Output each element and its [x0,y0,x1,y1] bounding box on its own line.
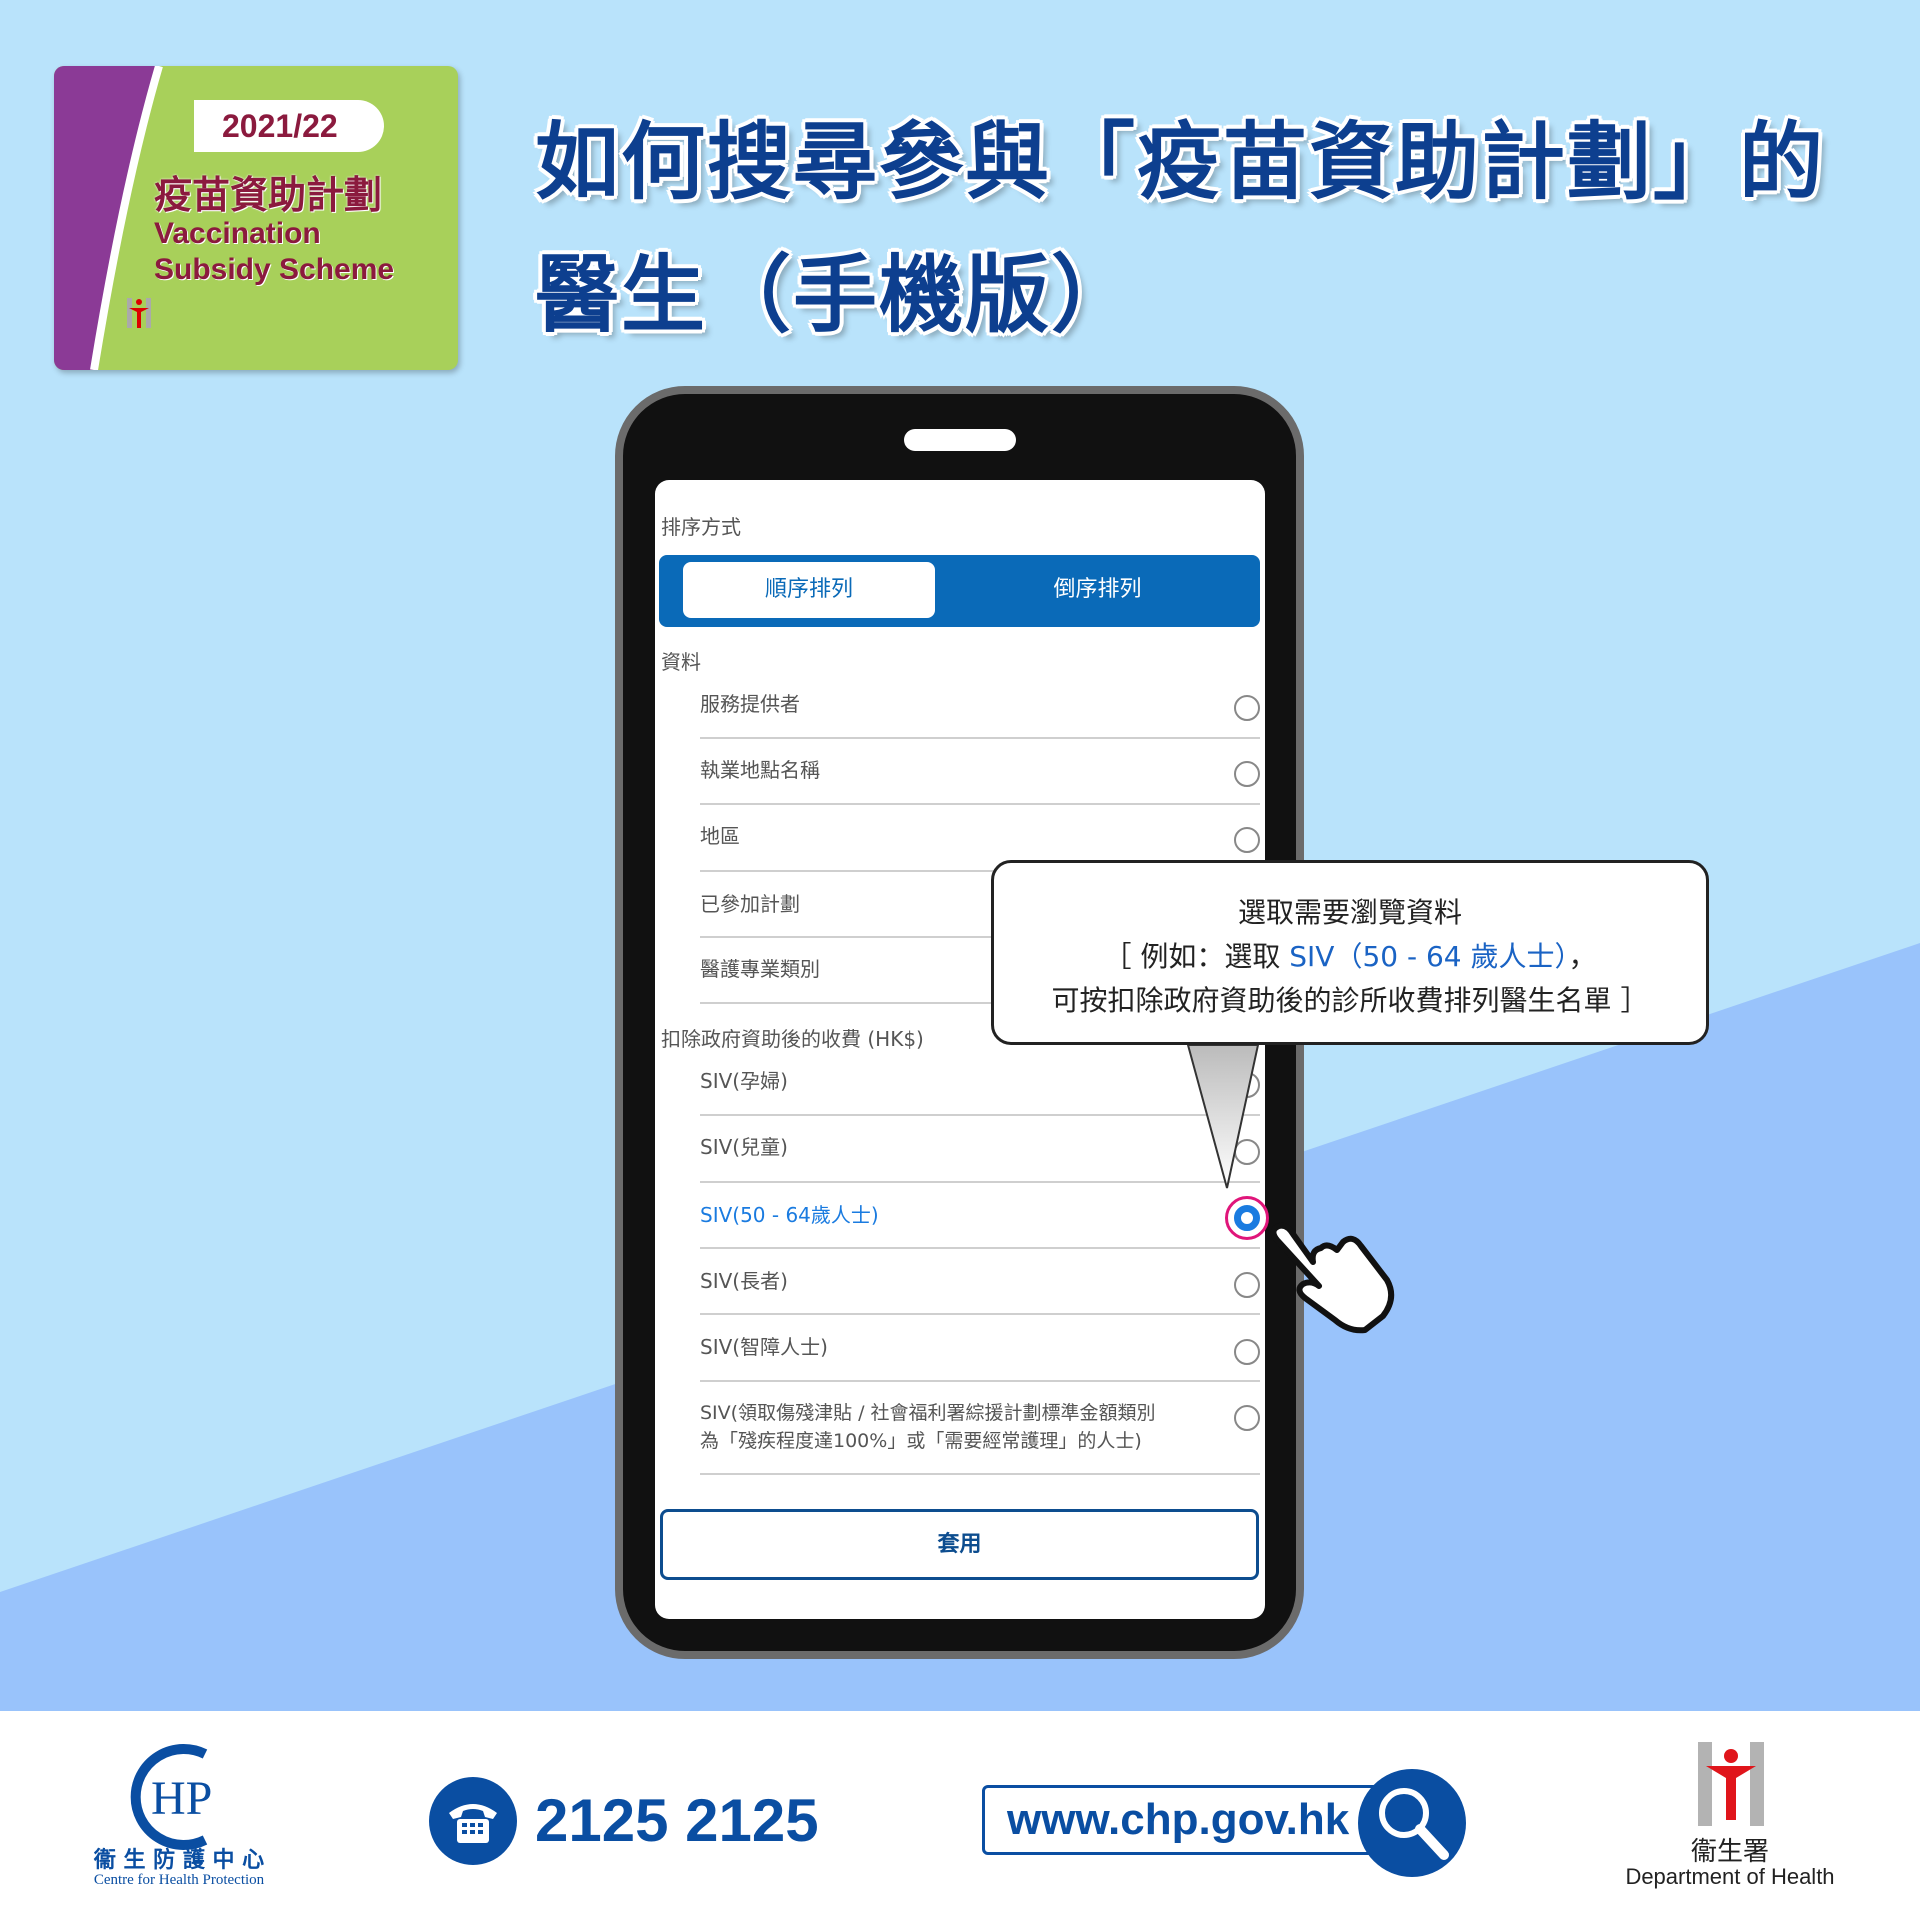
divider [700,1473,1260,1475]
doh-name-zh: 衞生署 [1690,1837,1769,1867]
info-label: 資料 [661,650,701,674]
chp-logo: HP [130,1744,212,1850]
info-item-provider[interactable]: 服務提供者 [700,690,800,718]
divider [700,737,1260,739]
sort-ascending-button[interactable]: 順序排列 [683,562,935,618]
fee-item-disability-allowance[interactable]: SIV(領取傷殘津貼 / 社會福利署綜援計劃標準金額類別 為「殘疾程度達100%」… [700,1399,1156,1455]
fee-item-elderly[interactable]: SIV(長者) [700,1267,788,1295]
doh-mini-logo [127,298,151,328]
badge-title-en: Vaccination Subsidy Scheme [154,216,394,288]
callout-line2: ［ 例如：選取 SIV（50 - 64 歲人士）， [994,935,1706,979]
instruction-callout: 選取需要瀏覽資料 ［ 例如：選取 SIV（50 - 64 歲人士）， 可按扣除政… [991,860,1709,1045]
fee-item-pregnant[interactable]: SIV(孕婦) [700,1067,788,1095]
svg-text:HP: HP [151,1772,212,1825]
callout-line1: 選取需要瀏覽資料 [1237,896,1462,929]
info-item-enrolled-scheme[interactable]: 已參加計劃 [700,890,800,918]
scheme-badge: 2021/22 疫苗資助計劃 Vaccination Subsidy Scheme [54,66,458,370]
divider [700,1181,1260,1183]
search-icon [1358,1769,1466,1877]
callout-pointer [1186,1044,1260,1189]
badge-en-line1: Vaccination [154,217,321,250]
callout-text: ， [1568,940,1597,973]
pointing-hand-icon [1270,1222,1395,1334]
badge-en-line2: Subsidy Scheme [154,253,395,286]
phone-icon [429,1777,517,1865]
callout-text: ［ 例如：選取 [1103,940,1290,973]
info-item-district[interactable]: 地區 [700,822,740,850]
fee-item-50-64[interactable]: SIV(50 - 64歲人士) [700,1201,879,1229]
radio-practice-name[interactable] [1234,761,1260,787]
callout-line3: 可按扣除政府資助後的診所收費排列醫生名單 ］ [1051,984,1649,1017]
radio-50-64-selected[interactable] [1234,1205,1260,1231]
fee-item-intellectual-disability[interactable]: SIV(智障人士) [700,1333,828,1361]
page-title-line1: 如何搜尋參與「疫苗資助計劃」的 [535,113,1826,211]
chp-name-zh: 衞 生 防 護 中 心 [93,1848,265,1873]
callout-example: SIV（50 - 64 歲人士） [1289,940,1569,973]
radio-disability-allowance[interactable] [1234,1405,1260,1431]
divider [700,1380,1260,1382]
apply-button[interactable]: 套用 [660,1509,1259,1580]
divider [700,1313,1260,1315]
doh-logo [1698,1742,1764,1826]
divider [700,803,1260,805]
info-item-profession[interactable]: 醫護專業類別 [700,955,820,983]
info-item-practice-name[interactable]: 執業地點名稱 [700,756,820,784]
fee-item-children[interactable]: SIV(兒童) [700,1133,788,1161]
radio-elderly[interactable] [1234,1272,1260,1298]
fee-label: 扣除政府資助後的收費 (HK$) [661,1027,924,1051]
phone-speaker [904,429,1016,451]
page-title-line2: 醫生（手機版） [535,246,1138,344]
hotline-number[interactable]: 2125 2125 [535,1786,819,1855]
radio-intellectual-disability[interactable] [1234,1339,1260,1365]
website-url[interactable]: www.chp.gov.hk [982,1785,1402,1855]
divider [700,1114,1260,1116]
fee-item-line1: SIV(領取傷殘津貼 / 社會福利署綜援計劃標準金額類別 [700,1402,1156,1424]
doh-name-en: Department of Health [1625,1864,1835,1889]
chp-name-en: Centre for Health Protection [93,1872,265,1888]
fee-item-line2: 為「殘疾程度達100%」或「需要經常護理」的人士) [700,1430,1142,1452]
radio-provider[interactable] [1234,695,1260,721]
radio-district[interactable] [1234,827,1260,853]
sort-descending-button[interactable]: 倒序排列 [935,562,1260,618]
badge-title-zh: 疫苗資助計劃 [154,173,383,217]
sort-label: 排序方式 [661,515,741,539]
divider [700,1247,1260,1249]
badge-year: 2021/22 [194,100,384,152]
